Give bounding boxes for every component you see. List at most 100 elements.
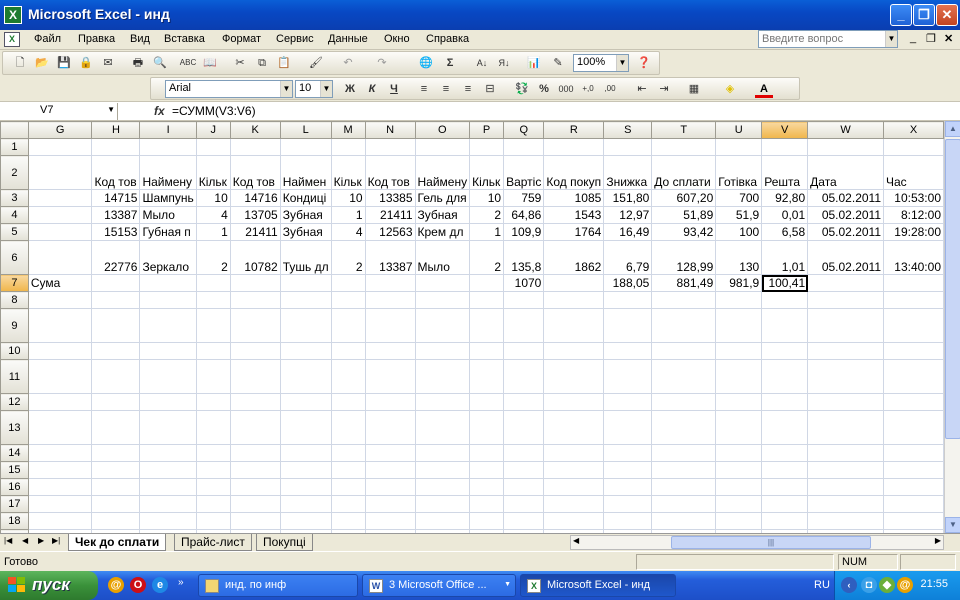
cell-U5[interactable]: 100 (715, 223, 763, 241)
cell-W3[interactable]: 05.02.2011 (807, 189, 884, 207)
cell-O12[interactable] (414, 393, 471, 411)
row-header-7[interactable]: 7 (0, 274, 29, 292)
cell-U10[interactable] (715, 342, 763, 360)
cell-W6[interactable]: 05.02.2011 (807, 240, 884, 275)
cell-X9[interactable] (883, 308, 944, 343)
scroll-right-icon[interactable]: ▶ (935, 536, 941, 545)
drawing-icon[interactable]: ✎ (549, 54, 567, 72)
cell-G12[interactable] (27, 393, 93, 411)
cell-V18[interactable] (761, 512, 809, 530)
cell-P1[interactable] (469, 138, 505, 156)
doc-close-button[interactable]: ✕ (944, 32, 953, 45)
row-header-9[interactable]: 9 (0, 308, 29, 343)
cell-R9[interactable] (543, 308, 605, 343)
cell-P2[interactable]: Кільк (469, 155, 505, 190)
cell-M18[interactable] (330, 512, 366, 530)
cell-G3[interactable] (27, 189, 93, 207)
cell-Q6[interactable]: 135,8 (503, 240, 545, 275)
tray-at-icon[interactable]: @ (897, 577, 913, 593)
cell-G6[interactable] (27, 240, 93, 275)
font-name-select[interactable]: Arial ▼ (165, 80, 293, 98)
cell-X10[interactable] (883, 342, 944, 360)
cell-I11[interactable] (139, 359, 197, 394)
save-icon[interactable]: 💾 (55, 54, 73, 72)
cell-X4[interactable]: 8:12:00 (883, 206, 944, 224)
cell-N4[interactable]: 21411 (364, 206, 416, 224)
cell-L7[interactable] (279, 274, 332, 292)
borders-icon[interactable]: ▦ (685, 80, 703, 98)
cell-K18[interactable] (229, 512, 281, 530)
cell-W18[interactable] (807, 512, 884, 530)
underline-button[interactable]: Ч (385, 80, 403, 98)
cell-M15[interactable] (330, 461, 366, 479)
cell-T5[interactable]: 93,42 (651, 223, 717, 241)
paste-icon[interactable]: 📋 (275, 54, 293, 72)
cell-W10[interactable] (807, 342, 884, 360)
cell-K3[interactable]: 14716 (229, 189, 281, 207)
cell-W1[interactable] (807, 138, 884, 156)
column-header-R[interactable]: R (543, 121, 605, 139)
column-header-G[interactable]: G (27, 121, 93, 139)
sort-descending-icon[interactable]: Я↓ (495, 54, 513, 72)
cell-T15[interactable] (651, 461, 717, 479)
cell-H3[interactable]: 14715 (91, 189, 141, 207)
cell-O14[interactable] (414, 444, 471, 462)
cell-U17[interactable] (715, 495, 763, 513)
language-indicator[interactable]: RU (814, 579, 830, 591)
cell-S16[interactable] (603, 478, 653, 496)
cell-N10[interactable] (364, 342, 416, 360)
cell-U11[interactable] (715, 359, 763, 394)
cell-S5[interactable]: 16,49 (603, 223, 653, 241)
cell-U16[interactable] (715, 478, 763, 496)
cell-S10[interactable] (603, 342, 653, 360)
row-header-15[interactable]: 15 (0, 461, 29, 479)
cell-T18[interactable] (651, 512, 717, 530)
cell-U13[interactable] (715, 410, 763, 445)
help-icon[interactable]: ❓ (635, 54, 653, 72)
cell-K6[interactable]: 10782 (229, 240, 281, 275)
italic-button[interactable]: К (363, 80, 381, 98)
new-icon[interactable]: 🗋 (11, 54, 29, 72)
cell-U1[interactable] (715, 138, 763, 156)
cell-O1[interactable] (414, 138, 471, 156)
cell-X14[interactable] (883, 444, 944, 462)
column-header-H[interactable]: H (91, 121, 141, 139)
cell-M2[interactable]: Кільк (330, 155, 366, 190)
tray-back-icon[interactable]: ‹ (841, 577, 857, 593)
column-header-O[interactable]: O (414, 121, 471, 139)
cell-V10[interactable] (761, 342, 809, 360)
cell-M11[interactable] (330, 359, 366, 394)
currency-icon[interactable]: 💱 (513, 80, 531, 98)
cell-P7[interactable] (469, 274, 505, 292)
fill-color-icon[interactable]: ◈ (721, 80, 739, 98)
cell-W11[interactable] (807, 359, 884, 394)
cell-N14[interactable] (364, 444, 416, 462)
row-header-6[interactable]: 6 (0, 240, 29, 275)
cell-V14[interactable] (761, 444, 809, 462)
cell-T9[interactable] (651, 308, 717, 343)
start-button[interactable]: пуск (0, 571, 98, 600)
cell-L16[interactable] (279, 478, 332, 496)
cell-V3[interactable]: 92,80 (761, 189, 809, 207)
quicklaunch-at-icon[interactable]: @ (108, 577, 124, 593)
cell-X8[interactable] (883, 291, 944, 309)
column-header-X[interactable]: X (883, 121, 944, 139)
cell-I14[interactable] (139, 444, 197, 462)
cell-Q4[interactable]: 64,86 (503, 206, 545, 224)
cell-X3[interactable]: 10:53:00 (883, 189, 944, 207)
cell-P9[interactable] (469, 308, 505, 343)
cell-K8[interactable] (229, 291, 281, 309)
cell-P6[interactable]: 2 (469, 240, 505, 275)
row-header-12[interactable]: 12 (0, 393, 29, 411)
cell-I2[interactable]: Наймену (139, 155, 197, 190)
cell-J9[interactable] (195, 308, 231, 343)
cell-N2[interactable]: Код тов (364, 155, 416, 190)
cell-H15[interactable] (91, 461, 141, 479)
vertical-scrollbar[interactable]: ▲ ▼ (944, 121, 960, 533)
cell-M7[interactable] (330, 274, 366, 292)
cell-O13[interactable] (414, 410, 471, 445)
column-header-L[interactable]: L (279, 121, 332, 139)
cell-Q3[interactable]: 759 (503, 189, 545, 207)
cell-N11[interactable] (364, 359, 416, 394)
cell-G18[interactable] (27, 512, 93, 530)
